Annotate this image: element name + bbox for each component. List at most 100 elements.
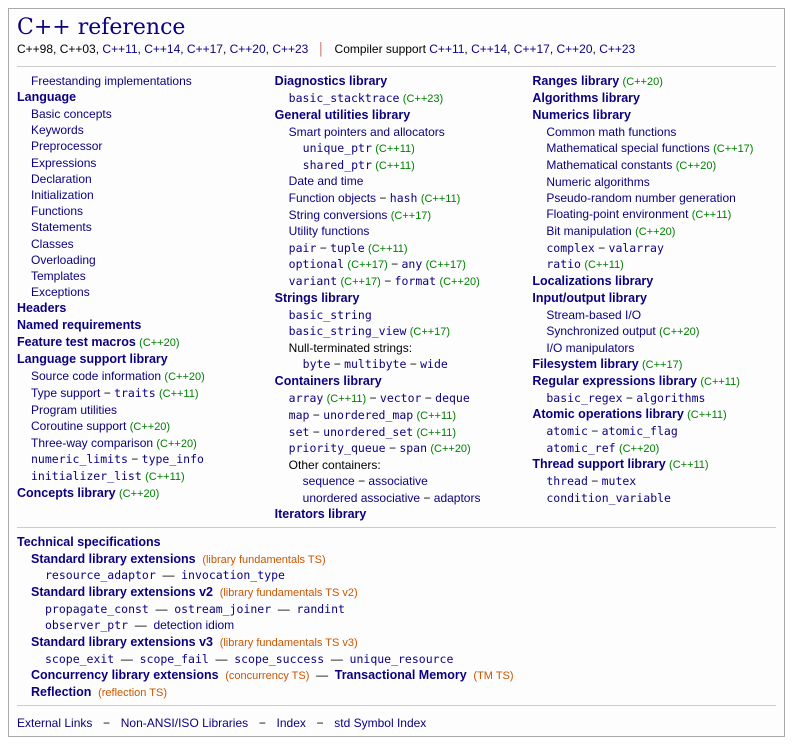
section-language-support[interactable]: Language support library — [17, 352, 168, 366]
section-algorithms[interactable]: Algorithms library — [532, 91, 640, 105]
lang-expressions[interactable]: Expressions — [31, 156, 96, 170]
compiler-11[interactable]: C++11 — [429, 42, 464, 56]
lang-functions[interactable]: Functions — [31, 204, 83, 218]
concurrency-ext[interactable]: Concurrency library extensions — [31, 668, 219, 682]
sle2-observer-ptr[interactable]: observer_ptr — [45, 618, 128, 632]
regex-basic-regex[interactable]: basic_regex — [546, 391, 622, 405]
section-strings[interactable]: Strings library — [275, 291, 360, 305]
sle3-scope-exit[interactable]: scope_exit — [45, 652, 114, 666]
reflection[interactable]: Reflection — [31, 685, 91, 699]
footer-index[interactable]: Index — [277, 716, 306, 730]
gen-shared-ptr[interactable]: shared_ptr — [303, 158, 372, 172]
gen-hash[interactable]: hash — [390, 191, 418, 205]
ls-source-info[interactable]: Source code information — [31, 369, 161, 383]
gen-optional[interactable]: optional — [289, 257, 344, 271]
lang-templates[interactable]: Templates — [31, 269, 86, 283]
num-complex[interactable]: complex — [546, 241, 594, 255]
gen-smart-pointers[interactable]: Smart pointers and allocators — [289, 125, 445, 139]
gen-format[interactable]: format — [395, 274, 437, 288]
section-regex[interactable]: Regular expressions library — [532, 374, 697, 388]
section-named-requirements[interactable]: Named requirements — [17, 318, 141, 332]
ls-three-way[interactable]: Three-way comparison — [31, 436, 153, 450]
num-valarray[interactable]: valarray — [609, 241, 664, 255]
lang-overloading[interactable]: Overloading — [31, 253, 96, 267]
atomic-atomic-flag[interactable]: atomic_flag — [602, 424, 678, 438]
footer-std-symbol-index[interactable]: std Symbol Index — [334, 716, 426, 730]
gen-tuple[interactable]: tuple — [330, 241, 365, 255]
gen-pair[interactable]: pair — [289, 241, 317, 255]
section-localizations[interactable]: Localizations library — [532, 274, 653, 288]
lang-statements[interactable]: Statements — [31, 220, 92, 234]
c-adaptors[interactable]: adaptors — [434, 491, 481, 505]
sle1-resource-adaptor[interactable]: resource_adaptor — [45, 568, 156, 582]
sle2-randint[interactable]: randint — [296, 602, 344, 616]
lang-keywords[interactable]: Keywords — [31, 123, 84, 137]
transactional-memory[interactable]: Transactional Memory — [335, 668, 467, 682]
ls-traits[interactable]: traits — [114, 386, 156, 400]
num-bit-manipulation[interactable]: Bit manipulation — [546, 224, 631, 238]
section-numerics[interactable]: Numerics library — [532, 108, 631, 122]
str-wide[interactable]: wide — [420, 357, 448, 371]
ls-coroutine[interactable]: Coroutine support — [31, 419, 126, 433]
num-special-functions[interactable]: Mathematical special functions — [546, 141, 709, 155]
regex-algorithms[interactable]: algorithms — [636, 391, 705, 405]
section-diagnostics[interactable]: Diagnostics library — [275, 74, 388, 88]
gen-unique-ptr[interactable]: unique_ptr — [303, 141, 372, 155]
diag-stacktrace[interactable]: basic_stacktrace — [289, 91, 400, 105]
str-basic-string[interactable]: basic_string — [289, 308, 372, 322]
num-ratio[interactable]: ratio — [546, 257, 581, 271]
c-unordered-set[interactable]: unordered_set — [323, 425, 413, 439]
section-general-utilities[interactable]: General utilities library — [275, 108, 410, 122]
sle3-scope-success[interactable]: scope_success — [234, 652, 324, 666]
section-feature-test-macros[interactable]: Feature test macros — [17, 335, 136, 349]
num-random[interactable]: Pseudo-random number generation — [546, 191, 735, 205]
std-14[interactable]: C++14 — [144, 42, 180, 56]
section-headers[interactable]: Headers — [17, 301, 66, 315]
c-sequence[interactable]: sequence — [303, 474, 355, 488]
section-atomic[interactable]: Atomic operations library — [532, 407, 683, 421]
c-span[interactable]: span — [399, 441, 427, 455]
c-unordered-associative[interactable]: unordered associative — [303, 491, 420, 505]
sle3-scope-fail[interactable]: scope_fail — [140, 652, 209, 666]
section-language[interactable]: Language — [17, 90, 76, 104]
ls-type-support[interactable]: Type support — [31, 386, 100, 400]
section-techspec[interactable]: Technical specifications — [17, 535, 161, 549]
lang-initialization[interactable]: Initialization — [31, 188, 94, 202]
ls-initializer-list[interactable]: initializer_list — [31, 469, 142, 483]
section-filesystem[interactable]: Filesystem library — [532, 357, 638, 371]
c-unordered-map[interactable]: unordered_map — [323, 408, 413, 422]
std-17[interactable]: C++17 — [187, 42, 223, 56]
compiler-20[interactable]: C++20 — [556, 42, 592, 56]
sle2-detection-idiom[interactable]: detection idiom — [153, 618, 234, 632]
sle2[interactable]: Standard library extensions v2 — [31, 585, 213, 599]
num-algorithms[interactable]: Numeric algorithms — [546, 175, 649, 189]
lang-exceptions[interactable]: Exceptions — [31, 285, 90, 299]
c-associative[interactable]: associative — [368, 474, 427, 488]
sle3-unique-resource[interactable]: unique_resource — [350, 652, 454, 666]
gen-string-conversions[interactable]: String conversions — [289, 208, 388, 222]
lang-classes[interactable]: Classes — [31, 237, 74, 251]
sle2-ostream-joiner[interactable]: ostream_joiner — [174, 602, 271, 616]
gen-utility-functions[interactable]: Utility functions — [289, 224, 370, 238]
std-11[interactable]: C++11 — [102, 42, 137, 56]
section-ranges[interactable]: Ranges library — [532, 74, 619, 88]
sle2-propagate-const[interactable]: propagate_const — [45, 602, 149, 616]
ls-program-utilities[interactable]: Program utilities — [31, 403, 117, 417]
lang-basic-concepts[interactable]: Basic concepts — [31, 107, 112, 121]
footer-non-ansi[interactable]: Non-ANSI/ISO Libraries — [121, 716, 248, 730]
atomic-atomic[interactable]: atomic — [546, 424, 588, 438]
io-stream-based[interactable]: Stream-based I/O — [546, 308, 641, 322]
atomic-atomic-ref[interactable]: atomic_ref — [546, 441, 615, 455]
str-basic-string-view[interactable]: basic_string_view — [289, 324, 407, 338]
compiler-14[interactable]: C++14 — [471, 42, 507, 56]
std-23[interactable]: C++23 — [272, 42, 308, 56]
c-vector[interactable]: vector — [380, 391, 422, 405]
thread-condition-variable[interactable]: condition_variable — [546, 491, 671, 505]
gen-function-objects[interactable]: Function objects — [289, 191, 376, 205]
c-set[interactable]: set — [289, 425, 310, 439]
c-deque[interactable]: deque — [435, 391, 470, 405]
ls-numeric-limits[interactable]: numeric_limits — [31, 452, 128, 466]
sle1-invocation-type[interactable]: invocation_type — [181, 568, 285, 582]
gen-variant[interactable]: variant — [289, 274, 337, 288]
section-io[interactable]: Input/output library — [532, 291, 647, 305]
